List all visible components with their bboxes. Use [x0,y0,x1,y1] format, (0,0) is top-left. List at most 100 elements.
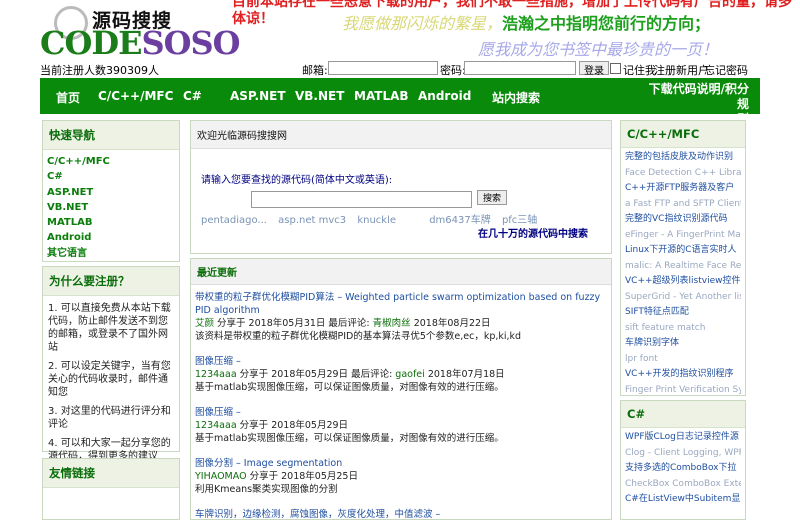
recent-entry: 车牌识别，边缘检测，腐蚀图像，灰度化处理，中值滤波 – [191,508,611,521]
code-list-item[interactable]: Linux下开源的C语言实时人 [625,243,741,259]
code-list-item[interactable]: WPF版CLog日志记录控件源 [625,430,741,446]
slogan-line-1: 我愿做那闪烁的繁星，浩瀚之中指明您前行的方向； [342,14,711,33]
forgot-password-link[interactable]: 忘记密码 [704,62,748,78]
remember-me-label: 记住我 [623,64,656,77]
code-list-item[interactable]: eFinger - A FingerPrint Matc [625,228,741,244]
entry-desc: 该资料是带权重的粒子群优化模糊PID的基本算法寻优5个参数e,ec，kp,ki,… [195,331,522,342]
slogan-line-2: 愿我成为您书签中最珍贵的一页！ [478,40,719,59]
quick-nav-item[interactable]: 其它语言 [47,246,175,261]
friend-links-title: 友情链接 [43,459,179,488]
code-list-item[interactable]: Face Detection C++ Library [625,166,741,182]
nav-csharp[interactable]: C# [183,89,202,103]
nav-site-search[interactable]: 站内搜索 [492,89,540,106]
remember-me-checkbox[interactable] [610,63,621,74]
recent-entry: 图像分割 – Image segmentation YIHAOMAO 分享于 2… [191,457,611,496]
hot-tag-link[interactable]: asp.net mvc3 [278,215,346,226]
nav-aspnet[interactable]: ASP.NET [230,89,286,103]
entry-title-link[interactable]: 图像压缩 – [195,406,607,419]
hot-tag-link[interactable]: pentadiago... [201,215,267,226]
password-label: 密码: [440,64,466,77]
entry-author[interactable]: 艾颜 [195,318,214,329]
why-register-item: 2. 可以设定关键字，当有您关心的代码收录时，邮件通知您 [48,361,171,398]
login-bar: 当前注册人数390309人 邮箱: 密码: 登录 记住我 注册新用户 忘记密码 [0,60,800,78]
entry-desc: 利用Kmeans聚类实现图像的分割 [195,484,338,495]
password-field[interactable] [464,61,576,75]
code-list-item[interactable]: C++开源FTP服务器及客户 [625,181,741,197]
search-input[interactable] [251,191,472,208]
csharp-code-list: WPF版CLog日志记录控件源 Clog - Client Logging, WP… [621,428,745,510]
why-register-item: 3. 对这里的代码进行评分和评论 [48,406,171,430]
recent-updates-title: 最近更新 [191,259,611,285]
entry-author[interactable]: 1234aaa [195,420,237,431]
cpp-code-list: 完整的包括皮肤及动作识别 Face Detection C++ Library C+… [621,148,745,400]
nav-cpp-mfc[interactable]: C/C++/MFC [98,89,173,103]
quick-nav-panel: 快速导航 C/C++/MFC C# ASP.NET VB.NET MATLAB … [42,120,180,262]
csharp-panel-title: C# [621,401,745,428]
nav-vbnet[interactable]: VB.NET [295,89,344,103]
recent-entry: 图像压缩 – 1234aaa 分享于 2018年05月29日 最后评论: gao… [191,355,611,394]
friend-links-panel: 友情链接 [42,458,180,520]
quick-nav-item[interactable]: ASP.NET [47,185,175,200]
quick-nav-title: 快速导航 [43,121,179,150]
entry-desc: 基于matlab实现图像压缩，可以保证图像质量，对图像有效的进行压缩。 [195,382,504,393]
registered-count: 当前注册人数390309人 [40,64,159,77]
entry-reviewer[interactable]: 青椒肉丝 [373,318,411,329]
code-list-item[interactable]: CheckBox ComboBox Exten [625,477,741,493]
code-list-item[interactable]: 车牌识别字体 [625,336,741,352]
quick-nav-item[interactable]: Android [47,230,175,245]
code-list-item[interactable]: SuperGrid - Yet Another list [625,290,741,306]
code-list-item[interactable]: a Fast FTP and SFTP Client [625,197,741,213]
hot-tag-link[interactable]: knuckle [357,215,396,226]
entry-author[interactable]: YIHAOMAO [195,471,247,482]
cpp-panel-title: C/C++/MFC [621,121,745,148]
email-field[interactable] [328,61,438,75]
csharp-panel: C# WPF版CLog日志记录控件源 Clog - Client Logging,… [620,400,746,520]
code-list-item[interactable]: SIFT特征点匹配 [625,305,741,321]
register-link[interactable]: 注册新用户 [654,62,709,78]
recent-entry: 图像压缩 – 1234aaa 分享于 2018年05月29日 基于matlab实… [191,406,611,445]
quick-nav-item[interactable]: C# [47,169,175,184]
code-list-item[interactable]: Clog - Client Logging, WPF [625,446,741,462]
quick-nav-item[interactable]: VB.NET [47,200,175,215]
search-button[interactable]: 搜索 [477,190,508,205]
code-list-item[interactable]: Finger Print Verification Sys [625,383,741,399]
why-register-title: 为什么要注册？ [43,267,179,296]
code-list-item[interactable]: lpr font [625,352,741,368]
code-list-item[interactable]: 支持多选的ComboBox下拉 [625,461,741,477]
entry-author[interactable]: 1234aaa [195,369,237,380]
main-nav: 首页 C/C++/MFC C# ASP.NET VB.NET MATLAB An… [40,78,760,126]
entry-title-link[interactable]: 车牌识别，边缘检测，腐蚀图像，灰度化处理，中值滤波 – [195,508,607,521]
recent-entry: 带权重的粒子群优化模糊PID算法 – Weighted particle swa… [191,291,611,343]
site-header: 源码搜搜 CODESOSO 目前本站存在一些恶意下载的用户，我们不敢一些措施，增… [0,0,800,60]
entry-reviewer[interactable]: gaofei [395,369,425,380]
code-list-item[interactable]: VC++开发的指纹识别程序 [625,367,741,383]
recent-updates-panel: 最近更新 带权重的粒子群优化模糊PID算法 – Weighted particl… [190,258,612,520]
site-logo[interactable]: 源码搜搜 CODESOSO [40,4,240,60]
quick-nav-item[interactable]: MATLAB [47,215,175,230]
entry-title-link[interactable]: 图像压缩 – [195,355,607,368]
nav-matlab[interactable]: MATLAB [354,89,409,103]
search-hint: 在几十万的源代码中搜索 [478,229,588,240]
cpp-panel: C/C++/MFC 完整的包括皮肤及动作识别 Face Detection C++… [620,120,746,396]
logo-text-en: CODESOSO [40,24,240,60]
login-button[interactable]: 登录 [579,61,609,77]
entry-desc: 基于matlab实现图像压缩，可以保证图像质量，对图像有效的进行压缩。 [195,433,504,444]
quick-nav-item[interactable]: C/C++/MFC [47,154,175,169]
welcome-title: 欢迎光临源码搜搜网 [191,121,611,149]
code-list-item[interactable]: malic: A Realtime Face Reco [625,259,741,275]
code-list-item[interactable]: VC++超级列表listview控件 [625,274,741,290]
code-list-item[interactable]: 完整的VC指纹识别源代码 [625,212,741,228]
code-list-item[interactable]: 完整的包括皮肤及动作识别 [625,150,741,166]
entry-title-link[interactable]: 图像分割 – Image segmentation [195,457,607,470]
search-label: 请输入您要查找的源代码(简体中文或英语): [201,175,393,186]
code-list-item[interactable]: sift feature match [625,321,741,337]
why-register-item: 1. 可以直接免费从本站下载代码，防止邮件发送不到您的邮箱，或登录不了国外网站 [48,303,171,353]
hot-tags: pentadiago... asp.net mvc3 knuckle dm643… [201,211,545,226]
nav-home[interactable]: 首页 [56,89,80,106]
email-label: 邮箱: [302,64,328,77]
search-panel: 欢迎光临源码搜搜网 请输入您要查找的源代码(简体中文或英语): 搜索 penta… [190,120,612,254]
quick-nav-list: C/C++/MFC C# ASP.NET VB.NET MATLAB Andro… [43,150,179,265]
nav-android[interactable]: Android [418,89,471,103]
why-register-panel: 为什么要注册？ 1. 可以直接免费从本站下载代码，防止邮件发送不到您的邮箱，或登… [42,266,180,462]
entry-title-link[interactable]: 带权重的粒子群优化模糊PID算法 – Weighted particle swa… [195,291,607,317]
